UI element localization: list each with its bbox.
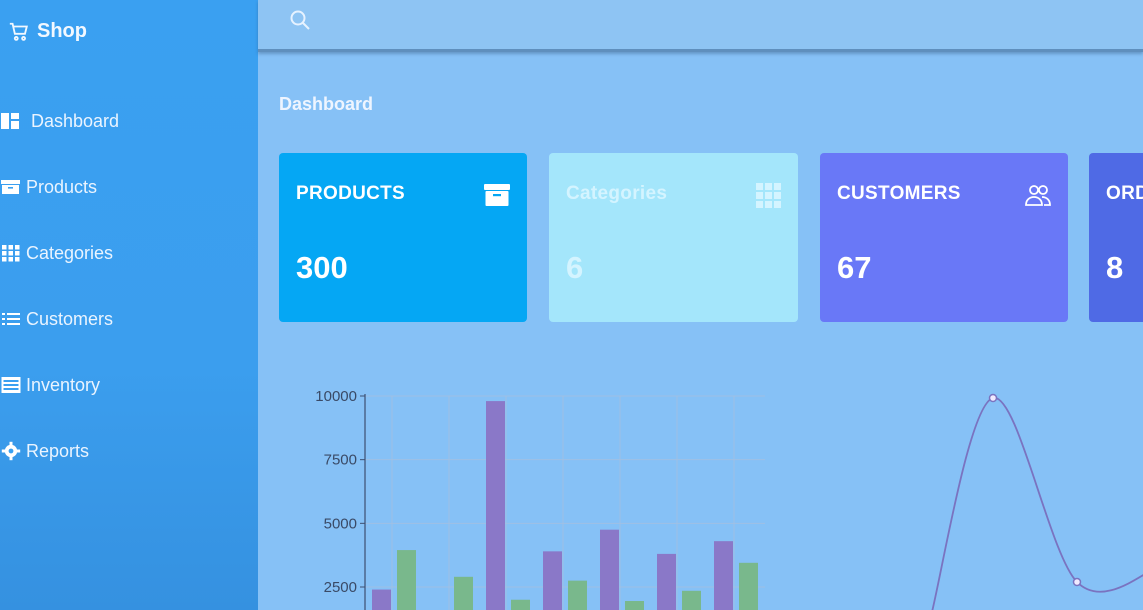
stat-card-customers[interactable]: CUSTOMERS 67 (820, 153, 1068, 322)
users-icon (1025, 185, 1051, 206)
bar (568, 580, 587, 610)
bar (739, 562, 758, 610)
bar (543, 551, 562, 610)
y-tick-label: 10000 (315, 388, 357, 405)
line-chart (931, 393, 1143, 610)
stat-card-products[interactable]: PRODUCTS 300 (279, 153, 527, 322)
sidebar-item-label: Customers (26, 308, 114, 329)
grid-icon (756, 183, 781, 208)
bar (454, 576, 473, 610)
sidebar-item-reports[interactable]: Reports (0, 418, 258, 484)
inventory-icon (0, 374, 22, 396)
y-tick-label: 7500 (324, 452, 357, 469)
brand[interactable]: Shop (8, 20, 87, 43)
sidebar: Shop Dashboard Products Categories Custo… (0, 0, 258, 610)
bar (372, 589, 391, 610)
card-label: Categories (566, 183, 668, 204)
bar (682, 590, 701, 610)
card-label: PRODUCTS (296, 183, 406, 204)
top-bar (258, 0, 1143, 52)
archive-box-icon (0, 176, 22, 198)
search-icon[interactable] (288, 8, 312, 32)
sidebar-item-label: Categories (26, 242, 114, 263)
bar (657, 553, 676, 610)
sidebar-item-label: Inventory (26, 374, 101, 395)
bar (511, 599, 530, 610)
grid-icon (0, 242, 22, 264)
sidebar-nav: Dashboard Products Categories Customers … (0, 88, 258, 484)
sidebar-item-dashboard[interactable]: Dashboard (0, 88, 258, 154)
bar (714, 541, 733, 610)
sidebar-item-customers[interactable]: Customers (0, 286, 258, 352)
sidebar-item-label: Products (26, 176, 98, 197)
brand-name: Shop (37, 20, 87, 42)
gear-icon (0, 440, 22, 462)
y-tick-label: 5000 (324, 515, 357, 532)
bar (486, 401, 505, 610)
bar (625, 601, 644, 610)
stat-card-categories[interactable]: Categories 6 (549, 153, 798, 322)
sidebar-item-categories[interactable]: Categories (0, 220, 258, 286)
data-point (1072, 577, 1082, 587)
card-value: 6 (566, 250, 584, 285)
card-value: 8 (1106, 250, 1124, 285)
bar (397, 550, 416, 610)
bar-chart: 10000 7500 5000 2500 (315, 388, 765, 610)
card-label: ORD (1106, 183, 1143, 204)
sidebar-item-label: Dashboard (31, 110, 120, 131)
card-value: 67 (837, 250, 872, 285)
cart-icon (9, 22, 28, 41)
page-title: Dashboard (279, 94, 374, 114)
y-tick-label: 2500 (324, 579, 357, 596)
archive-box-icon (484, 184, 510, 206)
card-label: CUSTOMERS (837, 183, 961, 204)
sidebar-item-label: Reports (26, 440, 90, 461)
dashboard-icon (0, 110, 22, 132)
card-value: 300 (296, 250, 348, 285)
bar (600, 529, 619, 610)
sidebar-item-products[interactable]: Products (0, 154, 258, 220)
series-line (931, 397, 1143, 610)
list-icon (0, 308, 22, 330)
stat-card-orders[interactable]: ORD 8 (1089, 153, 1143, 322)
data-point (988, 393, 998, 403)
sidebar-item-inventory[interactable]: Inventory (0, 352, 258, 418)
